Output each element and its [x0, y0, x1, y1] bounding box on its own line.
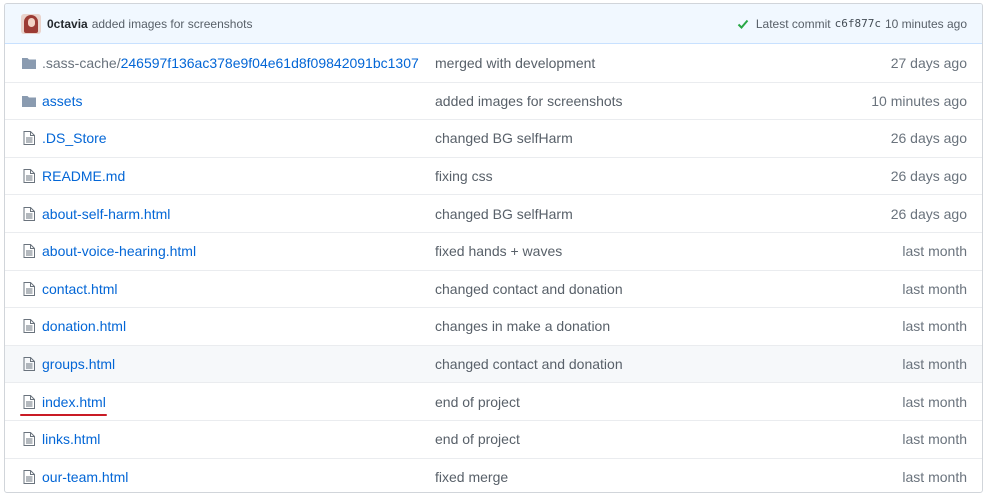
- file-name-cell: index.html: [20, 394, 435, 416]
- file-name-cell: about-self-harm.html: [42, 206, 435, 222]
- file-name-cell: about-voice-hearing.html: [42, 243, 435, 259]
- file-row[interactable]: about-self-harm.html changed BG selfHarm 2…: [5, 194, 982, 232]
- file-name-cell: contact.html: [42, 281, 435, 297]
- file-link[interactable]: index.html: [42, 394, 106, 410]
- file-link[interactable]: our-team.html: [42, 469, 128, 485]
- file-row[interactable]: our-team.html fixed merge last month: [5, 457, 982, 492]
- file-link[interactable]: assets: [42, 93, 82, 109]
- file-age: last month: [902, 280, 967, 297]
- avatar[interactable]: [21, 13, 41, 34]
- file-age: last month: [902, 356, 967, 373]
- file-age: 26 days ago: [890, 205, 967, 222]
- file-icon: [20, 131, 38, 146]
- file-name-cell: our-team.html: [42, 469, 435, 485]
- commit-author[interactable]: 0ctavia: [47, 17, 88, 31]
- file-name-cell: groups.html: [42, 356, 435, 372]
- file-icon: [20, 319, 38, 334]
- file-icon: [20, 206, 38, 221]
- file-link[interactable]: links.html: [42, 431, 100, 447]
- file-commit-message[interactable]: fixed hands + waves: [435, 243, 847, 259]
- file-commit-message[interactable]: fixing css: [435, 168, 847, 184]
- file-age: 26 days ago: [890, 168, 967, 185]
- file-link[interactable]: .DS_Store: [42, 130, 107, 146]
- file-commit-message[interactable]: fixed merge: [435, 469, 847, 485]
- file-commit-message[interactable]: merged with development: [435, 55, 847, 71]
- file-list: .sass-cache/246597f136ac378e9f04e61d8f09…: [5, 44, 982, 492]
- file-age: last month: [902, 243, 967, 260]
- file-name-cell: links.html: [42, 431, 435, 447]
- check-icon: [737, 18, 749, 30]
- repository-file-browser: 0ctavia added images for screenshots Lat…: [4, 3, 983, 493]
- file-row[interactable]: assets added images for screenshots 10 min…: [5, 81, 982, 120]
- file-age: last month: [902, 431, 967, 448]
- file-row[interactable]: links.html end of project last month: [5, 419, 982, 458]
- file-commit-message[interactable]: changed BG selfHarm: [435, 130, 847, 146]
- file-commit-message[interactable]: changed BG selfHarm: [435, 206, 847, 222]
- file-name-cell: .sass-cache/246597f136ac378e9f04e61d8f09…: [42, 55, 435, 71]
- file-commit-message[interactable]: end of project: [435, 394, 847, 410]
- commit-time: 10 minutes ago: [884, 16, 967, 31]
- file-age: 10 minutes ago: [871, 92, 967, 109]
- file-link[interactable]: about-voice-hearing.html: [42, 243, 196, 259]
- file-row[interactable]: donation.html changes in make a donation l…: [5, 307, 982, 345]
- file-row[interactable]: groups.html changed contact and donation l…: [5, 344, 982, 383]
- file-row[interactable]: index.html end of project last month: [5, 382, 982, 420]
- file-commit-message[interactable]: changed contact and donation: [435, 281, 847, 297]
- file-icon: [20, 394, 38, 409]
- commit-sha[interactable]: c6f877c: [835, 17, 881, 30]
- file-name-cell: assets: [42, 93, 435, 109]
- file-age: 26 days ago: [890, 130, 967, 147]
- file-icon: [20, 169, 38, 184]
- file-icon: [20, 244, 38, 259]
- folder-icon: [20, 95, 38, 107]
- file-icon: [20, 469, 38, 484]
- file-commit-message[interactable]: added images for screenshots: [435, 93, 847, 109]
- file-age: last month: [902, 393, 967, 410]
- file-path-prefix[interactable]: .sass-cache/: [42, 55, 121, 71]
- file-icon: [20, 432, 38, 447]
- latest-commit-label: Latest commit: [755, 16, 831, 31]
- file-commit-message[interactable]: end of project: [435, 431, 847, 447]
- file-name-cell: .DS_Store: [42, 130, 435, 146]
- file-link[interactable]: groups.html: [42, 356, 115, 372]
- file-commit-message[interactable]: changes in make a donation: [435, 318, 847, 334]
- file-icon: [20, 281, 38, 296]
- file-icon: [20, 357, 38, 372]
- file-name-cell: README.md: [42, 168, 435, 184]
- file-link[interactable]: README.md: [42, 168, 125, 184]
- latest-commit-bar: 0ctavia added images for screenshots Lat…: [5, 4, 982, 44]
- file-row[interactable]: contact.html changed contact and donation…: [5, 269, 982, 308]
- file-link[interactable]: 246597f136ac378e9f04e61d8f09842091bc1307: [121, 55, 419, 71]
- file-name-cell: donation.html: [42, 318, 435, 334]
- file-commit-message[interactable]: changed contact and donation: [435, 356, 847, 372]
- file-row[interactable]: README.md fixing css 26 days ago: [5, 156, 982, 195]
- file-age: last month: [902, 318, 967, 335]
- file-link[interactable]: donation.html: [42, 318, 126, 334]
- file-link[interactable]: about-self-harm.html: [42, 206, 170, 222]
- file-age: 27 days ago: [890, 54, 967, 71]
- red-underline-annotation: [20, 413, 107, 416]
- file-row[interactable]: .sass-cache/246597f136ac378e9f04e61d8f09…: [5, 44, 982, 82]
- file-row[interactable]: .DS_Store changed BG selfHarm 26 days ago: [5, 119, 982, 157]
- commit-message[interactable]: added images for screenshots: [92, 17, 253, 31]
- file-link[interactable]: contact.html: [42, 281, 117, 297]
- folder-icon: [20, 57, 38, 69]
- file-age: last month: [902, 468, 967, 485]
- file-row[interactable]: about-voice-hearing.html fixed hands + wa…: [5, 231, 982, 270]
